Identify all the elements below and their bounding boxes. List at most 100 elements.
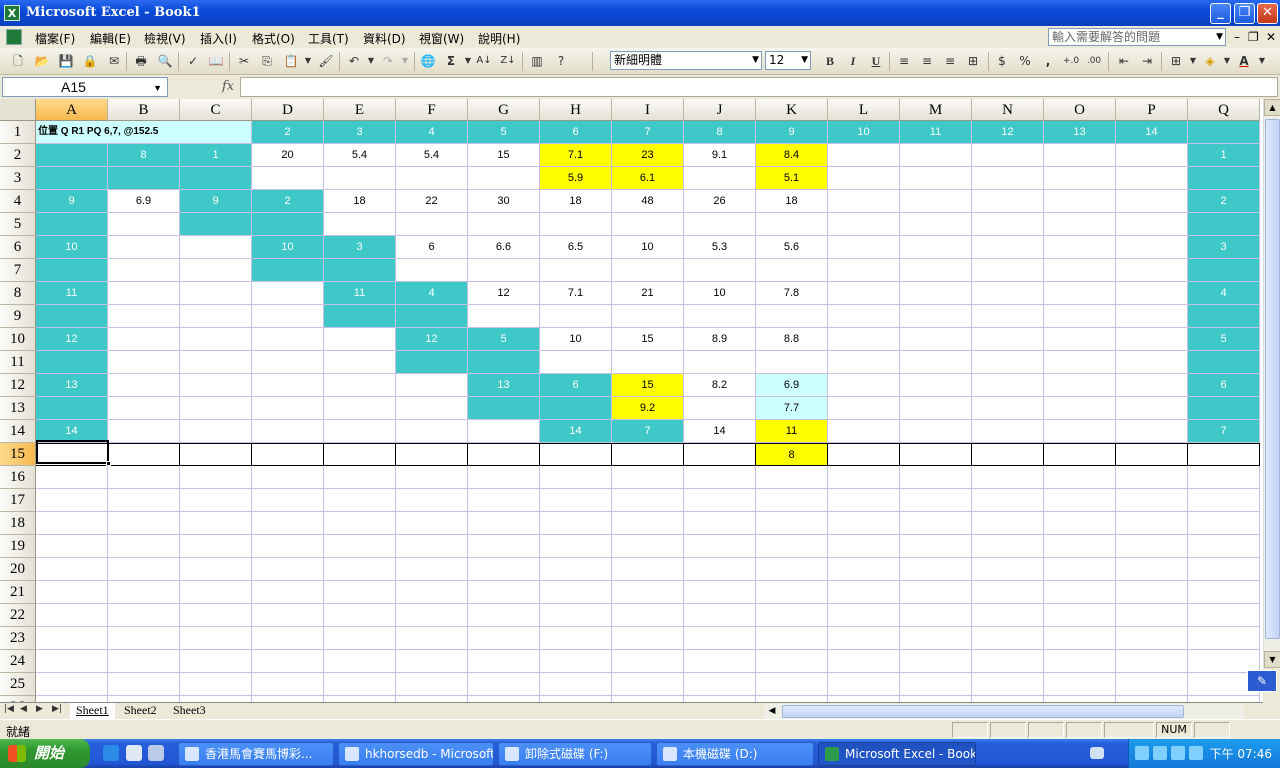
cell-o15[interactable] [1044, 443, 1116, 466]
row-header-7[interactable]: 7 [0, 259, 36, 282]
cell-e20[interactable] [324, 558, 396, 581]
cell-m14[interactable] [900, 420, 972, 443]
cell-e14[interactable] [324, 420, 396, 443]
cell-g9[interactable] [468, 305, 540, 328]
column-header-b[interactable]: B [108, 99, 180, 121]
cell-a5[interactable] [36, 213, 108, 236]
cell-m13[interactable] [900, 397, 972, 420]
cell-g10[interactable]: 5 [468, 328, 540, 351]
underline-button[interactable]: U [868, 53, 884, 69]
cell-d17[interactable] [252, 489, 324, 512]
spelling-icon[interactable]: ✓ [185, 53, 201, 69]
cell-f11[interactable] [396, 351, 468, 374]
sheet-tab-sheet2[interactable]: Sheet2 [118, 703, 163, 719]
select-all-corner[interactable] [0, 99, 36, 121]
cell-e24[interactable] [324, 650, 396, 673]
cell-m21[interactable] [900, 581, 972, 604]
cell-c11[interactable] [180, 351, 252, 374]
cell-l1[interactable]: 10 [828, 121, 900, 144]
fill-color-icon[interactable]: ◈ [1202, 53, 1218, 69]
cell-j21[interactable] [684, 581, 756, 604]
cell-g20[interactable] [468, 558, 540, 581]
open-icon[interactable]: 📂 [34, 53, 50, 69]
cell-f23[interactable] [396, 627, 468, 650]
column-header-h[interactable]: H [540, 99, 612, 121]
decrease-decimal-icon[interactable]: .00 [1086, 53, 1102, 69]
copy-icon[interactable]: ⎘ [259, 53, 275, 69]
cell-l10[interactable] [828, 328, 900, 351]
cell-p12[interactable] [1116, 374, 1188, 397]
column-header-p[interactable]: P [1116, 99, 1188, 121]
cell-b12[interactable] [108, 374, 180, 397]
cell-m18[interactable] [900, 512, 972, 535]
cell-c3[interactable] [180, 167, 252, 190]
chevron-down-icon[interactable]: ▼ [363, 53, 379, 69]
cell-n14[interactable] [972, 420, 1044, 443]
cell-c18[interactable] [180, 512, 252, 535]
cell-k4[interactable]: 18 [756, 190, 828, 213]
cell-n21[interactable] [972, 581, 1044, 604]
cell-a25[interactable] [36, 673, 108, 696]
insert-function-button[interactable]: fx [222, 79, 234, 94]
cell-g17[interactable] [468, 489, 540, 512]
cell-d21[interactable] [252, 581, 324, 604]
cell-h24[interactable] [540, 650, 612, 673]
row-header-4[interactable]: 4 [0, 190, 36, 213]
cell-k11[interactable] [756, 351, 828, 374]
start-button[interactable]: 開始 [0, 739, 90, 768]
cell-b5[interactable] [108, 213, 180, 236]
cell-i17[interactable] [612, 489, 684, 512]
cell-g14[interactable] [468, 420, 540, 443]
cell-m17[interactable] [900, 489, 972, 512]
row-header-3[interactable]: 3 [0, 167, 36, 190]
cell-p8[interactable] [1116, 282, 1188, 305]
cell-k10[interactable]: 8.8 [756, 328, 828, 351]
cell-f12[interactable] [396, 374, 468, 397]
cell-m19[interactable] [900, 535, 972, 558]
cell-i8[interactable]: 21 [612, 282, 684, 305]
cell-d11[interactable] [252, 351, 324, 374]
sheet-tab-sheet1[interactable]: Sheet1 [70, 703, 115, 719]
column-header-c[interactable]: C [180, 99, 252, 121]
task-excel[interactable]: Microsoft Excel - Book1 [818, 742, 976, 766]
column-header-f[interactable]: F [396, 99, 468, 121]
cell-o3[interactable] [1044, 167, 1116, 190]
cell-c4[interactable]: 9 [180, 190, 252, 213]
cell-k20[interactable] [756, 558, 828, 581]
cell-p17[interactable] [1116, 489, 1188, 512]
cell-e11[interactable] [324, 351, 396, 374]
cell-j9[interactable] [684, 305, 756, 328]
cell-n8[interactable] [972, 282, 1044, 305]
increase-indent-icon[interactable]: ⇥ [1139, 53, 1155, 69]
cell-a7[interactable] [36, 259, 108, 282]
cell-l22[interactable] [828, 604, 900, 627]
cell-c21[interactable] [180, 581, 252, 604]
cell-n5[interactable] [972, 213, 1044, 236]
cell-q6[interactable]: 3 [1188, 236, 1260, 259]
cell-k6[interactable]: 5.6 [756, 236, 828, 259]
chevron-down-icon[interactable]: ▼ [1219, 53, 1235, 69]
task-hkjc[interactable]: 香港馬會賽馬博彩... [178, 742, 334, 766]
cell-c20[interactable] [180, 558, 252, 581]
cell-n22[interactable] [972, 604, 1044, 627]
cell-h23[interactable] [540, 627, 612, 650]
cell-k19[interactable] [756, 535, 828, 558]
column-header-m[interactable]: M [900, 99, 972, 121]
row-header-20[interactable]: 20 [0, 558, 36, 581]
italic-button[interactable]: I [845, 53, 861, 69]
cell-i4[interactable]: 48 [612, 190, 684, 213]
task-hkhorsedb[interactable]: hkhorsedb - Microsoft ... [338, 742, 494, 766]
cell-k2[interactable]: 8.4 [756, 144, 828, 167]
cell-p2[interactable] [1116, 144, 1188, 167]
cell-e6[interactable]: 3 [324, 236, 396, 259]
vertical-scrollbar[interactable]: ▲ ▼ [1263, 99, 1280, 668]
cell-e8[interactable]: 11 [324, 282, 396, 305]
cell-a17[interactable] [36, 489, 108, 512]
cell-e1[interactable]: 3 [324, 121, 396, 144]
cell-b22[interactable] [108, 604, 180, 627]
cell-i3[interactable]: 6.1 [612, 167, 684, 190]
cell-l14[interactable] [828, 420, 900, 443]
cell-o25[interactable] [1044, 673, 1116, 696]
cell-i13[interactable]: 9.2 [612, 397, 684, 420]
chevron-down-icon[interactable]: ▼ [397, 53, 413, 69]
